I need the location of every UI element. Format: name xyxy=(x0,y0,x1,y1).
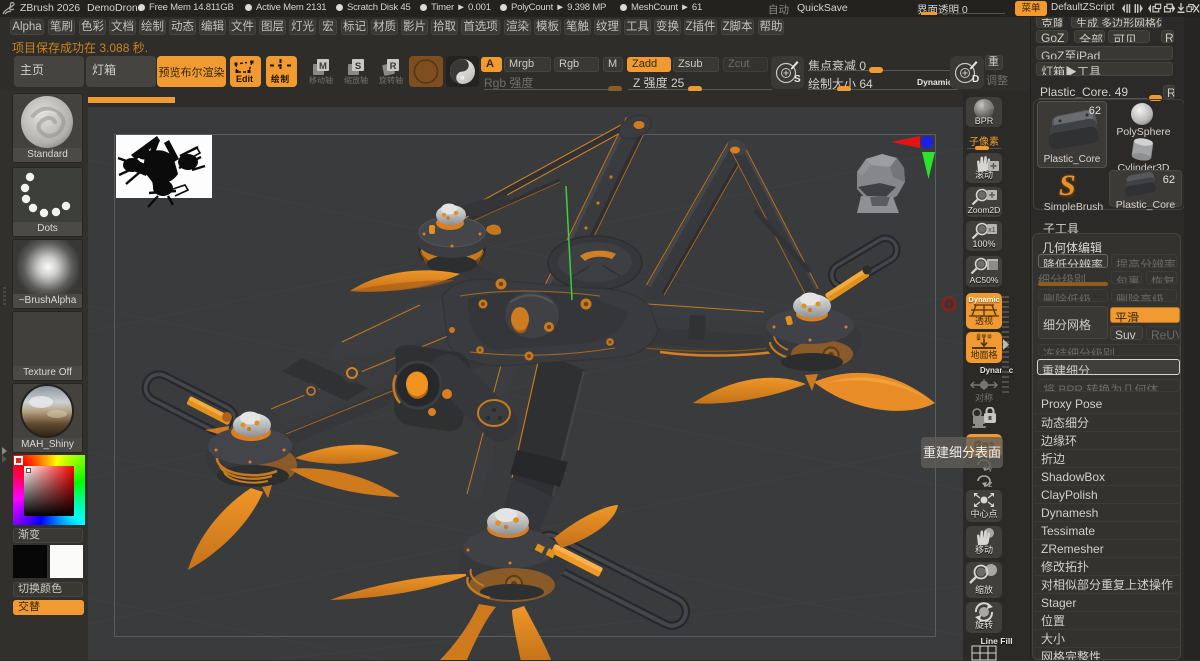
svg-text:D: D xyxy=(972,74,979,85)
svg-text:缩放轴: 缩放轴 xyxy=(344,75,368,85)
svg-text:移动轴: 移动轴 xyxy=(309,75,333,85)
svg-text:z: z xyxy=(988,479,993,488)
svg-text:绘制: 绘制 xyxy=(271,74,290,84)
svg-text:Edit: Edit xyxy=(236,74,253,84)
svg-text:x1: x1 xyxy=(988,227,996,234)
svg-text:S: S xyxy=(355,61,361,72)
svg-text:M: M xyxy=(319,61,327,72)
svg-text:旋转轴: 旋转轴 xyxy=(379,75,403,85)
svg-text:R: R xyxy=(390,61,397,72)
svg-text:S: S xyxy=(794,74,801,85)
